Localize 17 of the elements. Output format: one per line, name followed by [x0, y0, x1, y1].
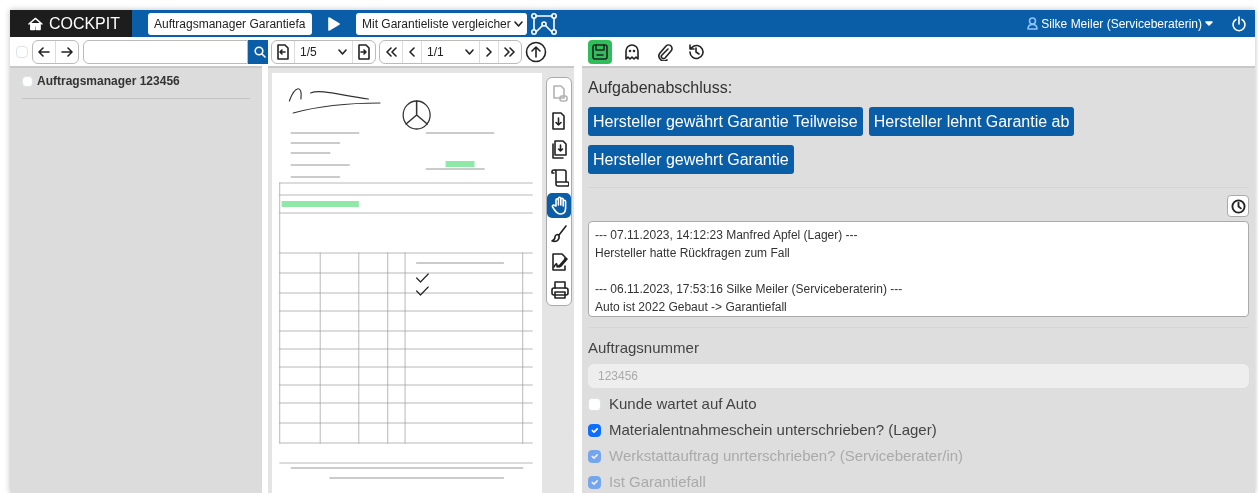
task-button[interactable]: Hersteller gewehrt Garantie	[588, 145, 794, 174]
user-menu[interactable]: Silke Meiler (Serviceberaterin)	[1021, 12, 1217, 35]
list-item-label[interactable]: Auftragsmanager 123456	[37, 72, 180, 90]
field-label: Auftragsnummer	[588, 338, 700, 358]
task-button[interactable]: Hersteller lehnt Garantie ab	[868, 107, 1075, 136]
process-select[interactable]: Auftragsmanager Garantiefa	[148, 12, 312, 35]
task-button[interactable]: Hersteller gewährt Garantie Teilweise	[588, 107, 863, 136]
history-entry-header: --- 07.11.2023, 14:12:23 Manfred Apfel (Lager) ---	[595, 227, 859, 244]
home-link[interactable]: COCKPIT	[10, 10, 132, 37]
checkbox-label: Materialentnahmeschein unterschrieben? (Lager)	[609, 420, 937, 441]
history-entry-header: --- 06.11.2023, 17:53:16 Silke Meiler (Serviceberaterin) ---	[595, 281, 904, 298]
section-heading: Aufgabenabschluss:	[588, 78, 734, 98]
history-entry-text: Auto ist 2022 Gebaut -> Garantiefall	[595, 299, 788, 316]
checkbox-label: Kunde wartet auf Auto	[609, 394, 757, 415]
history-entry-text: Hersteller hatte Rückfragen zum Fall	[595, 245, 791, 262]
action-select[interactable]: Mit Garantieliste vergleicher	[356, 12, 527, 35]
history-textarea[interactable]: --- 07.11.2023, 14:12:23 Manfred Apfel (Lager) --- Hersteller hatte Rückfragen zum Fall --- 06.11.2023, 17:53:16 Silke Meiler (Serviceberaterin) --- Auto ist 2022 Gebaut -> Garantiefall	[588, 221, 1249, 317]
